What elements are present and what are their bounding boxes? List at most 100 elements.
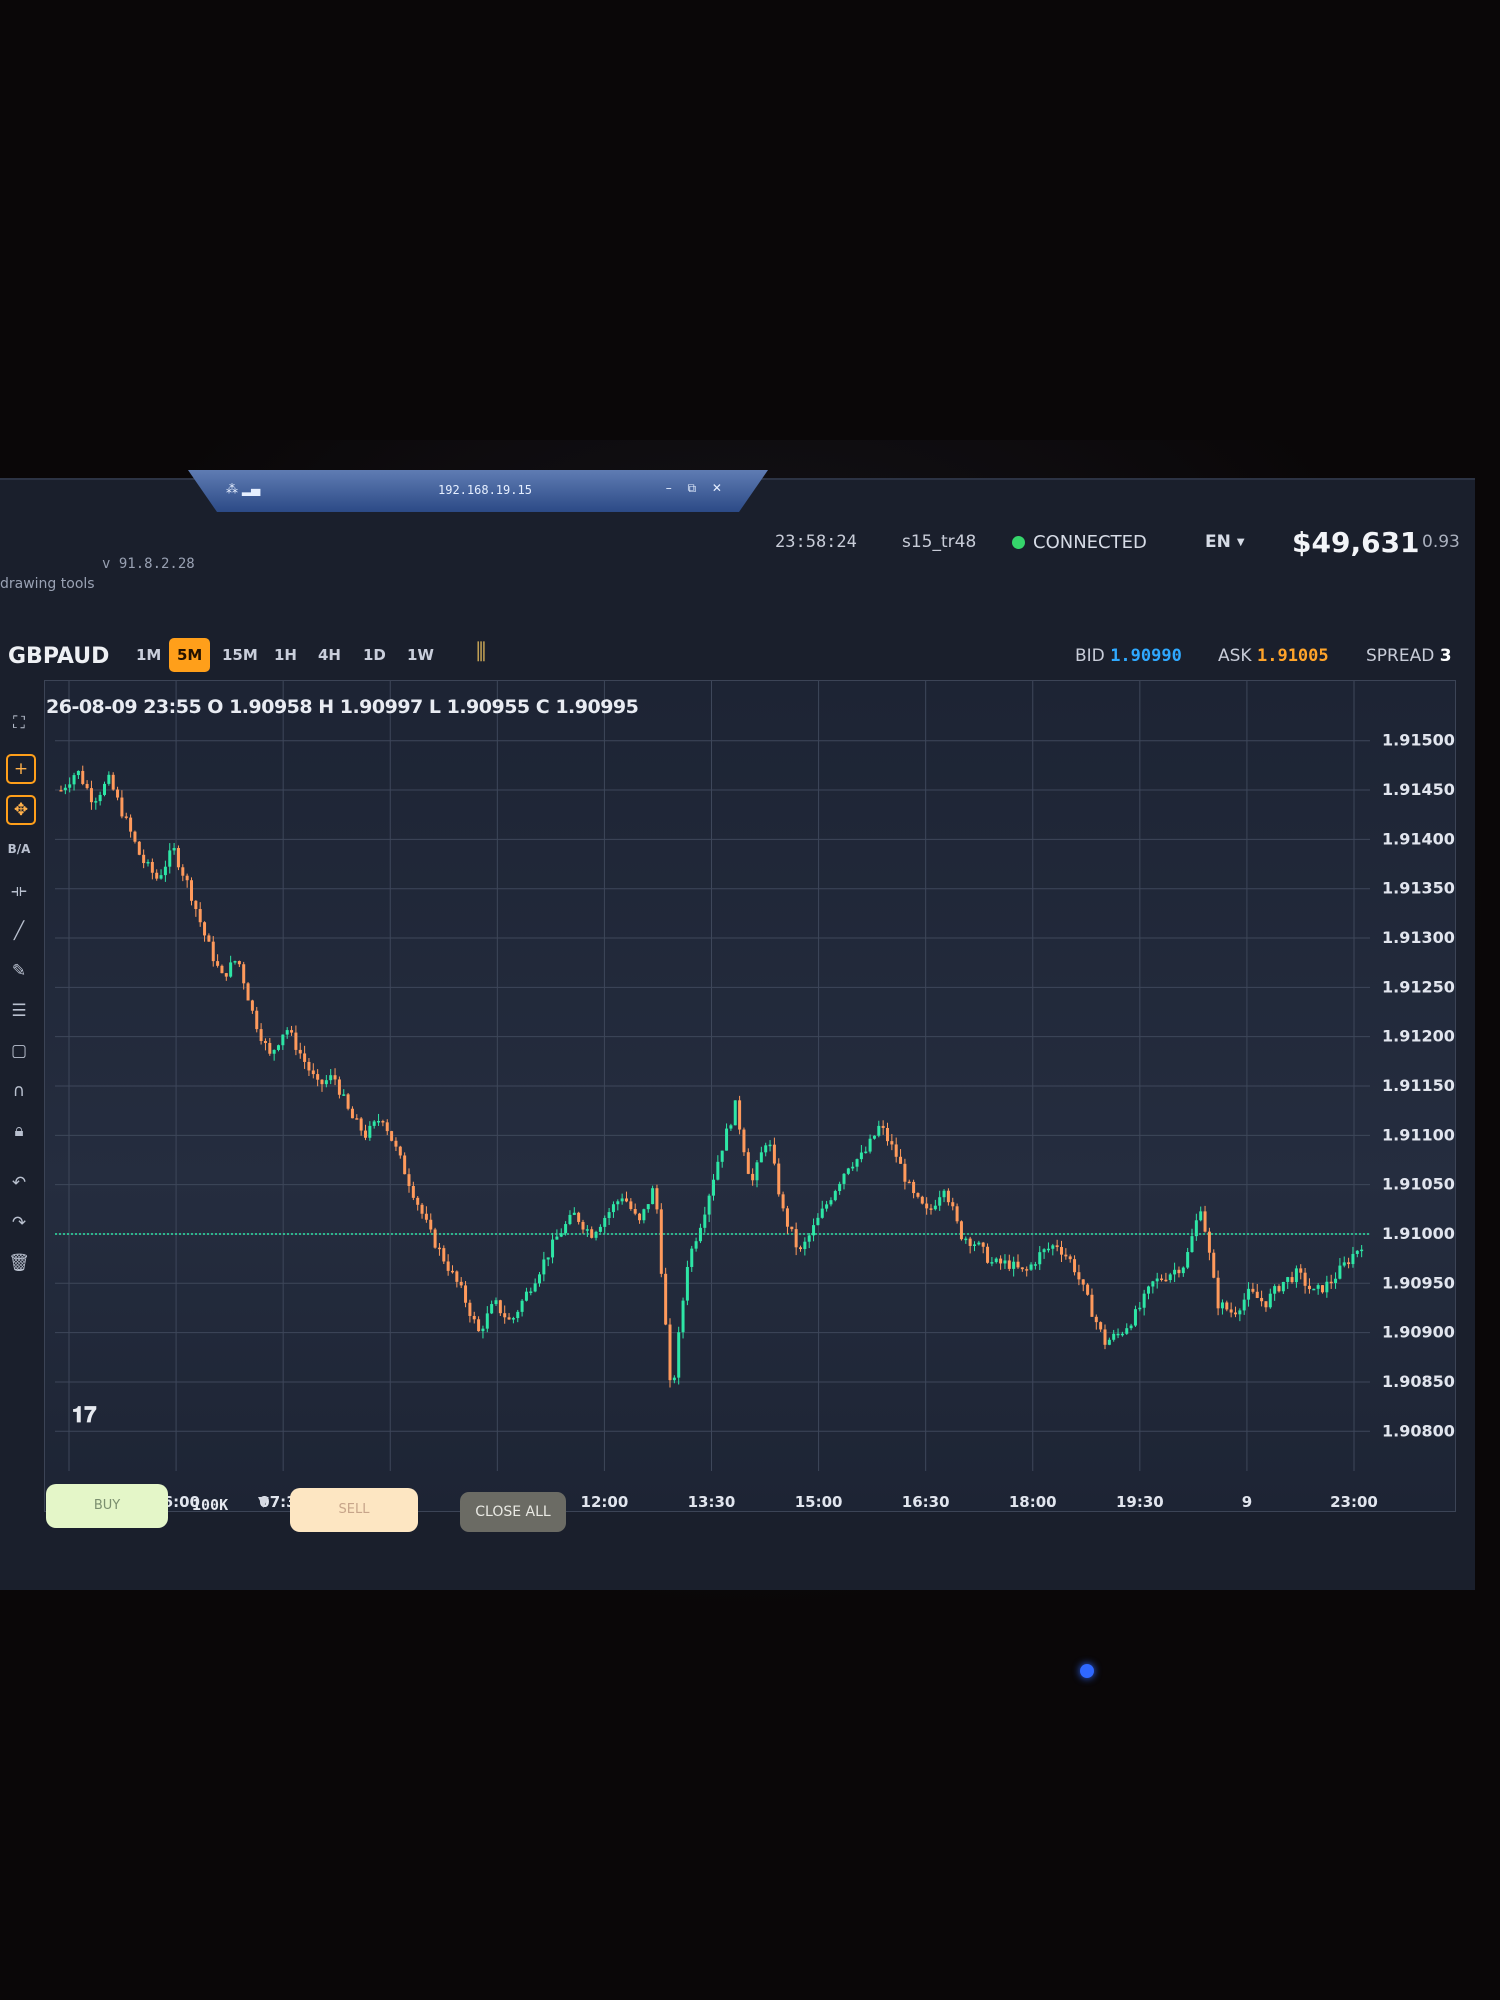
y-tick-label: 1.91500 — [1382, 731, 1455, 750]
drawing-toolbar: ⛶ + ✥ B/A ⟛ ╱ ✎ ☰ ▢ ∩ 🔒︎ ↶ ↷ 🗑︎ — [0, 700, 44, 1273]
drawing-tools-label: drawing tools — [0, 576, 95, 592]
tf-1m[interactable]: 1M — [128, 638, 169, 672]
buy-button[interactable]: BUY — [46, 1484, 168, 1528]
candle-body — [459, 1281, 463, 1286]
candle-body — [1194, 1220, 1198, 1237]
lock-icon[interactable]: 🔒︎ — [6, 1118, 32, 1144]
tf-1h[interactable]: 1H — [266, 638, 305, 672]
bid-ask-toggle[interactable]: B/A — [6, 836, 32, 862]
candle-body — [642, 1209, 646, 1221]
candle-body — [437, 1247, 441, 1250]
magnet-icon[interactable]: ∩ — [6, 1078, 32, 1104]
candle-body — [116, 789, 120, 798]
price-chart[interactable]: 1.91500 1.91450 1.91400 1.91350 1.91300 1.912… — [44, 680, 1456, 1512]
candle-body — [633, 1209, 637, 1214]
candle-body — [925, 1203, 929, 1209]
rectangle-icon[interactable]: ▢ — [6, 1038, 32, 1064]
chart-canvas[interactable]: 1.91500 1.91450 1.91400 1.91350 1.91300 1.912… — [45, 681, 1455, 1511]
candle-body — [772, 1144, 776, 1164]
candle-body — [1046, 1248, 1050, 1251]
candle-body — [259, 1029, 263, 1041]
candle-body — [359, 1118, 363, 1131]
fib-icon[interactable]: ☰ — [6, 998, 32, 1024]
candle-body — [729, 1125, 733, 1129]
tf-4h[interactable]: 4H — [310, 638, 349, 672]
candle-body — [133, 831, 137, 842]
trash-icon[interactable]: 🗑︎ — [6, 1250, 32, 1276]
candle-body — [190, 880, 193, 901]
candle-body — [150, 861, 154, 873]
candle-body — [703, 1214, 707, 1228]
candlestick-icon[interactable]: ⫼ — [476, 640, 486, 665]
candle-body — [1103, 1329, 1107, 1345]
candle-body — [1321, 1285, 1324, 1293]
candle-body — [442, 1248, 446, 1262]
candle-body — [346, 1094, 350, 1109]
chevron-down-icon[interactable]: ▼ — [258, 1494, 269, 1510]
symbol-name[interactable]: GBPAUD — [8, 644, 109, 669]
candle-body — [1007, 1260, 1011, 1269]
candle-body — [446, 1261, 450, 1271]
candle-body — [72, 775, 76, 785]
candle-body — [1190, 1236, 1194, 1253]
close-all-button[interactable]: CLOSE ALL — [460, 1492, 566, 1532]
candle-body — [146, 861, 150, 864]
candle-body — [1199, 1211, 1203, 1221]
candle-body — [659, 1209, 663, 1274]
candle-body — [1286, 1277, 1290, 1282]
y-tick-label: 1.91300 — [1382, 928, 1455, 947]
candle-body — [377, 1120, 381, 1123]
ask-quote: ASK 1.91005 — [1218, 646, 1329, 666]
redo-icon[interactable]: ↷ — [6, 1210, 32, 1236]
window-controls[interactable]: – ⧉ ✕ — [666, 481, 728, 496]
candle-body — [1160, 1278, 1164, 1281]
tf-1d[interactable]: 1D — [355, 638, 394, 672]
undo-icon[interactable]: ↶ — [6, 1170, 32, 1196]
candle-body — [1051, 1245, 1055, 1249]
candle-body — [533, 1283, 537, 1292]
candle-body — [755, 1162, 759, 1181]
order-panel: BUY 100K ▼ SELL CLOSE ALL — [0, 1470, 1475, 1550]
instrument-header: GBPAUD 1M 5M 15M 1H 4H 1D 1W ⫼ BID 1.909… — [0, 630, 1475, 680]
candle-body — [1303, 1272, 1307, 1286]
tf-1w[interactable]: 1W — [399, 638, 442, 672]
crosshair-icon[interactable]: + — [6, 754, 36, 784]
candle-body — [1316, 1285, 1320, 1289]
move-icon[interactable]: ✥ — [6, 795, 36, 825]
candle-body — [342, 1094, 346, 1096]
lot-size-select[interactable]: 100K — [192, 1496, 228, 1514]
candle-body — [155, 872, 159, 879]
candle-body — [720, 1150, 724, 1162]
candle-body — [894, 1144, 898, 1157]
candle-body — [420, 1204, 424, 1214]
candle-body — [607, 1212, 611, 1218]
fullscreen-icon[interactable]: ⛶ — [6, 710, 32, 736]
candle-body — [555, 1236, 559, 1240]
candle-body — [812, 1225, 816, 1236]
measure-icon[interactable]: ⟛ — [6, 878, 32, 904]
candle-body — [1068, 1256, 1072, 1260]
tf-5m[interactable]: 5M — [169, 638, 211, 672]
candle-body — [272, 1049, 276, 1054]
candle-body — [690, 1248, 694, 1267]
sell-button[interactable]: SELL — [290, 1488, 418, 1532]
candle-body — [946, 1190, 950, 1203]
candle-body — [76, 770, 80, 776]
candle-body — [524, 1291, 528, 1301]
tf-15m[interactable]: 15M — [214, 638, 266, 672]
language-select[interactable]: EN ▼ — [1205, 522, 1245, 562]
y-tick-label: 1.91050 — [1382, 1175, 1455, 1194]
candle-body — [712, 1179, 715, 1196]
remote-desktop-bar[interactable]: ⁂ ▂▄ 192.168.19.15 – ⧉ ✕ — [188, 470, 768, 512]
pencil-icon[interactable]: ✎ — [6, 958, 32, 984]
candle-body — [1268, 1293, 1272, 1308]
candle-body — [933, 1205, 937, 1210]
candle-body — [81, 770, 85, 784]
candle-body — [507, 1317, 511, 1320]
candle-body — [1334, 1278, 1338, 1284]
trendline-icon[interactable]: ╱ — [6, 918, 32, 944]
candle-body — [546, 1257, 550, 1260]
candle-body — [424, 1213, 428, 1220]
candle-body — [1220, 1302, 1224, 1309]
candle-body — [520, 1300, 524, 1312]
